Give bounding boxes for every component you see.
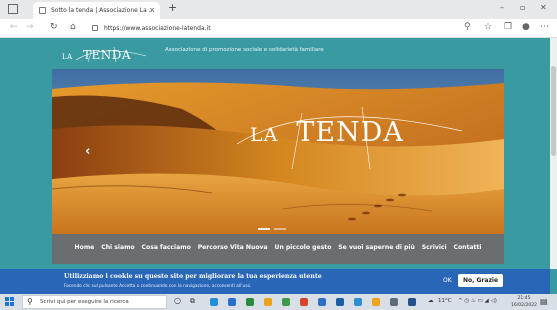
lock-icon bbox=[92, 25, 98, 31]
back-icon[interactable]: ← bbox=[10, 22, 18, 32]
taskbar-clock[interactable]: 21:45 16/02/2022 bbox=[511, 295, 537, 309]
app-icon-12[interactable] bbox=[408, 298, 416, 306]
tab-close-button[interactable]: × bbox=[149, 2, 155, 19]
url-text: https://www.associazione-latenda.it bbox=[104, 25, 211, 32]
clock-date: 16/02/2022 bbox=[511, 303, 537, 308]
explorer-app-icon[interactable] bbox=[264, 298, 272, 306]
tray-icons[interactable]: ^ ◷ ♨ ▭ ◢ ◁) bbox=[458, 298, 497, 304]
hero-title-small: LA bbox=[250, 124, 279, 146]
nav-item-un-piccolo-gesto[interactable]: Un piccolo gesto bbox=[275, 244, 332, 251]
app-icon-10[interactable] bbox=[372, 298, 380, 306]
taskbar-search-field[interactable]: ⚲ Scrivi qui per eseguire la ricerca bbox=[22, 295, 167, 309]
tab-favicon-icon bbox=[39, 7, 46, 14]
hero-slider: ‹ LA TENDA bbox=[52, 69, 504, 234]
settings-app-icon[interactable] bbox=[228, 298, 236, 306]
profile-icon[interactable]: ● bbox=[522, 22, 530, 32]
collections-icon[interactable]: ❐ bbox=[504, 22, 512, 32]
page-scrollbar[interactable] bbox=[550, 38, 557, 269]
nav-item-contatti[interactable]: Contatti bbox=[454, 244, 482, 251]
windows-start-icon[interactable] bbox=[5, 297, 15, 307]
cookie-title: Utilizziamo i cookie su questo sito per … bbox=[64, 273, 322, 280]
favorite-star-icon[interactable]: ☆ bbox=[484, 22, 492, 32]
refresh-icon[interactable]: ↻ bbox=[50, 22, 58, 32]
chrome-app-icon[interactable] bbox=[246, 298, 254, 306]
address-bar-row: ← → ↻ ⌂ https://www.associazione-latenda… bbox=[0, 19, 557, 38]
desert-hero-image bbox=[52, 69, 504, 234]
windows-taskbar: ⚲ Scrivi qui per eseguire la ricerca ○ ⧉… bbox=[0, 294, 557, 310]
maximize-button[interactable]: ▫ bbox=[520, 3, 525, 12]
nav-item-saperne-di-piu[interactable]: Se vuoi saperne di più bbox=[338, 244, 415, 251]
cookie-ok-button[interactable]: OK bbox=[443, 277, 452, 284]
logo-big-text: TENDA bbox=[83, 48, 132, 62]
read-aloud-icon[interactable]: ⚲ bbox=[464, 22, 471, 32]
tray-temperature[interactable]: 11°C bbox=[438, 298, 452, 304]
cookie-banner: Utilizziamo i cookie su questo sito per … bbox=[0, 269, 550, 294]
hero-title: LA TENDA bbox=[250, 117, 404, 148]
weather-icon[interactable]: ☁ bbox=[428, 298, 434, 304]
cookie-description: Facendo clic sul pulsante Accetta o cont… bbox=[64, 284, 252, 289]
cortana-icon[interactable]: ○ bbox=[174, 296, 181, 305]
nav-item-scrivici[interactable]: Scrivici bbox=[422, 244, 447, 251]
edge-app-icon[interactable] bbox=[210, 298, 218, 306]
close-window-button[interactable]: ✕ bbox=[540, 3, 547, 12]
app-icon-8[interactable] bbox=[336, 298, 344, 306]
app-icon-7[interactable] bbox=[318, 298, 326, 306]
nav-item-cosa-facciamo[interactable]: Cosa facciamo bbox=[142, 244, 191, 251]
home-icon[interactable]: ⌂ bbox=[70, 22, 76, 32]
app-icon-11[interactable] bbox=[390, 298, 398, 306]
more-menu-icon[interactable]: ⋯ bbox=[540, 22, 549, 32]
nav-item-percorso-vita-nuova[interactable]: Percorso Vita Nuova bbox=[198, 244, 268, 251]
cookie-decline-button[interactable]: No, Grazie bbox=[458, 274, 504, 287]
url-field[interactable]: https://www.associazione-latenda.it bbox=[92, 22, 454, 35]
app-icon-5[interactable] bbox=[282, 298, 290, 306]
web-page: LA TENDA Associazione di promozione soci… bbox=[0, 38, 550, 269]
search-icon: ⚲ bbox=[27, 297, 33, 306]
task-view-icon[interactable]: ⧉ bbox=[190, 297, 195, 306]
tab-actions-icon[interactable] bbox=[8, 4, 18, 14]
hero-prev-arrow[interactable]: ‹ bbox=[85, 144, 90, 159]
nav-item-home[interactable]: Home bbox=[75, 244, 95, 251]
minimize-button[interactable]: – bbox=[500, 3, 504, 12]
tab-title: Sotto la tenda | Associazione La ... bbox=[51, 7, 155, 14]
taskbar-search-placeholder: Scrivi qui per eseguire la ricerca bbox=[40, 299, 129, 305]
main-navigation: Home Chi siamo Cosa facciamo Percorso Vi… bbox=[52, 234, 504, 264]
site-tagline: Associazione di promozione sociale e sol… bbox=[165, 47, 324, 53]
site-logo[interactable]: LA TENDA bbox=[62, 42, 152, 66]
app-icon-6[interactable] bbox=[300, 298, 308, 306]
clock-time: 21:45 bbox=[517, 296, 531, 301]
app-icon-9[interactable] bbox=[354, 298, 362, 306]
forward-icon[interactable]: → bbox=[26, 22, 34, 32]
nav-item-chi-siamo[interactable]: Chi siamo bbox=[101, 244, 134, 251]
new-tab-button[interactable]: + bbox=[168, 1, 177, 14]
scrollbar-thumb[interactable] bbox=[551, 66, 556, 156]
browser-tab[interactable]: Sotto la tenda | Associazione La ... × bbox=[33, 2, 160, 19]
notifications-icon[interactable]: ▤ bbox=[540, 297, 548, 306]
browser-tab-bar: Sotto la tenda | Associazione La ... × +… bbox=[0, 0, 557, 19]
logo-small-text: LA bbox=[62, 53, 73, 61]
hero-title-big: TENDA bbox=[296, 117, 404, 148]
